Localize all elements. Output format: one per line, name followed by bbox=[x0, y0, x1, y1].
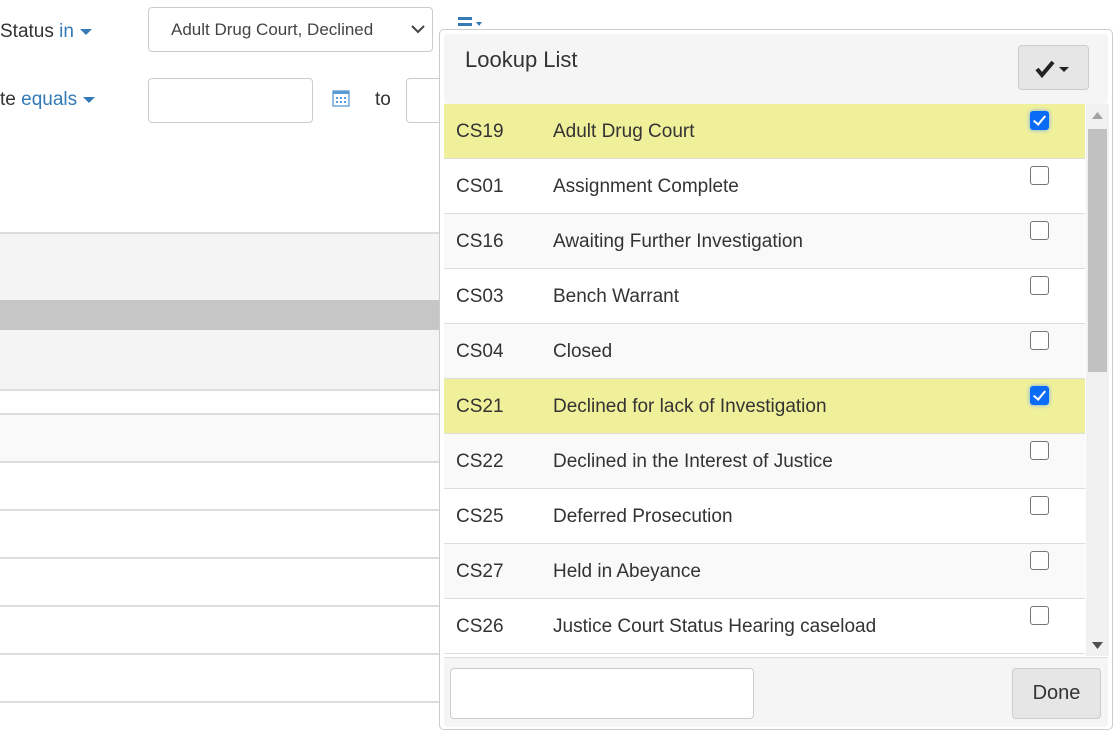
calendar-icon[interactable] bbox=[332, 89, 350, 107]
item-description: Assignment Complete bbox=[553, 176, 739, 197]
item-description: Deferred Prosecution bbox=[553, 506, 733, 527]
chevron-down-icon bbox=[411, 25, 425, 34]
popup-header: Lookup List bbox=[444, 34, 1108, 104]
item-checkbox[interactable] bbox=[1030, 551, 1049, 570]
list-item[interactable]: CS04 Closed bbox=[444, 324, 1085, 379]
popup-title: Lookup List bbox=[465, 47, 578, 72]
status-value-select[interactable]: Adult Drug Court, Declined bbox=[148, 7, 433, 52]
item-checkbox[interactable] bbox=[1030, 276, 1049, 295]
lookup-list: CS19 Adult Drug Court CS01 Assignment Compl… bbox=[444, 104, 1085, 654]
item-code: CS19 bbox=[456, 121, 504, 142]
item-code: CS26 bbox=[456, 616, 504, 637]
status-filter-label: Status in bbox=[0, 21, 92, 43]
item-code: CS04 bbox=[456, 341, 504, 362]
item-description: Justice Court Status Hearing caseload bbox=[553, 616, 877, 637]
item-checkbox[interactable] bbox=[1030, 331, 1049, 350]
lookup-search-input[interactable] bbox=[450, 668, 754, 719]
popup-footer: Done bbox=[444, 657, 1108, 727]
table-header bbox=[0, 300, 440, 330]
item-code: CS21 bbox=[456, 396, 504, 417]
item-description: Awaiting Further Investigation bbox=[553, 231, 803, 252]
table-toolbar bbox=[0, 232, 440, 300]
table-row[interactable] bbox=[0, 413, 440, 461]
done-button[interactable]: Done bbox=[1012, 668, 1101, 719]
date-to-label: to bbox=[375, 89, 391, 110]
item-code: CS01 bbox=[456, 176, 504, 197]
item-description: Bench Warrant bbox=[553, 286, 680, 307]
list-item[interactable]: CS16 Awaiting Further Investigation bbox=[444, 214, 1085, 269]
list-item[interactable]: CS21 Declined for lack of Investigation bbox=[444, 379, 1085, 434]
item-checkbox[interactable] bbox=[1030, 166, 1049, 185]
list-item[interactable]: CS22 Declined in the Interest of Justice bbox=[444, 434, 1085, 489]
status-operator-dropdown[interactable]: in bbox=[59, 21, 92, 42]
scrollbar-thumb[interactable] bbox=[1088, 129, 1107, 372]
date-from-input[interactable] bbox=[148, 78, 313, 123]
item-code: CS25 bbox=[456, 506, 504, 527]
item-code: CS27 bbox=[456, 561, 504, 582]
scroll-down-arrow-icon[interactable] bbox=[1092, 642, 1103, 649]
scroll-up-arrow-icon[interactable] bbox=[1092, 112, 1103, 119]
item-checkbox[interactable] bbox=[1030, 441, 1049, 460]
item-description: Adult Drug Court bbox=[553, 121, 695, 142]
scrollbar[interactable] bbox=[1086, 104, 1109, 656]
item-description: Held in Abeyance bbox=[553, 561, 701, 582]
date-operator-dropdown[interactable]: equals bbox=[21, 89, 96, 110]
list-item[interactable]: CS03 Bench Warrant bbox=[444, 269, 1085, 324]
item-description: Declined for lack of Investigation bbox=[553, 396, 827, 417]
list-item[interactable]: CS27 Held in Abeyance bbox=[444, 544, 1085, 599]
list-item[interactable]: CS25 Deferred Prosecution bbox=[444, 489, 1085, 544]
item-checkbox[interactable] bbox=[1030, 386, 1049, 405]
item-description: Declined in the Interest of Justice bbox=[553, 451, 833, 472]
check-caret-icon bbox=[1035, 60, 1069, 78]
item-checkbox[interactable] bbox=[1030, 496, 1049, 515]
table-filter-row bbox=[0, 330, 440, 390]
status-value-text: Adult Drug Court, Declined bbox=[171, 20, 374, 39]
item-checkbox[interactable] bbox=[1030, 606, 1049, 625]
select-all-dropdown-button[interactable] bbox=[1018, 45, 1089, 90]
item-description: Closed bbox=[553, 341, 613, 362]
item-code: CS22 bbox=[456, 451, 504, 472]
lookup-list-popup: Lookup List CS19 Adult Drug Court CS01 Assi… bbox=[439, 29, 1113, 730]
item-checkbox[interactable] bbox=[1030, 111, 1049, 130]
list-item[interactable]: CS01 Assignment Complete bbox=[444, 159, 1085, 214]
caret-down-icon bbox=[83, 96, 96, 103]
date-filter-label: te equals bbox=[0, 89, 96, 111]
caret-down-icon bbox=[79, 28, 92, 35]
item-code: CS03 bbox=[456, 286, 504, 307]
list-item[interactable]: CS19 Adult Drug Court bbox=[444, 104, 1085, 159]
list-item[interactable]: CS26 Justice Court Status Hearing caseloa… bbox=[444, 599, 1085, 654]
item-checkbox[interactable] bbox=[1030, 221, 1049, 240]
item-code: CS16 bbox=[456, 231, 504, 252]
